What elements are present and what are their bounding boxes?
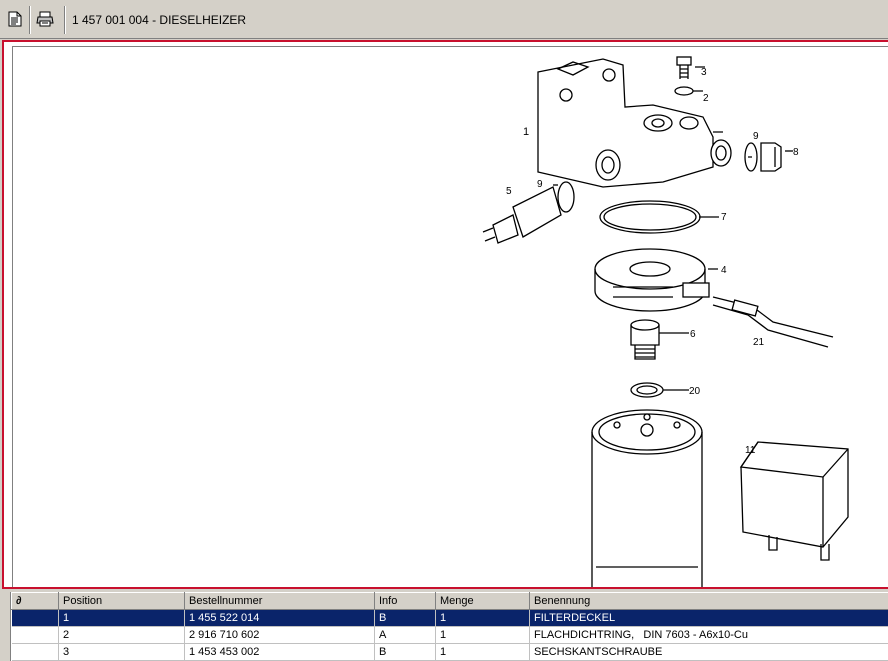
- part-filter[interactable]: [591, 409, 703, 587]
- table-row[interactable]: 1 1 455 522 014 B 1 FILTERDECKEL: [11, 609, 888, 627]
- parts-table: ∂ Position Bestellnummer Info Menge Bene…: [10, 592, 888, 661]
- table-header: ∂ Position Bestellnummer Info Menge Bene…: [11, 592, 888, 610]
- printer-icon[interactable]: [32, 6, 58, 32]
- cell-menge: 1: [435, 626, 530, 644]
- part-sensor[interactable]: [482, 181, 575, 244]
- cell-position: 3: [58, 643, 185, 661]
- part-sealing-ring[interactable]: [674, 86, 694, 96]
- exploded-parts-diagram: 1 2 3 4 5 6 7 8 9 9 11 20 21: [482, 56, 849, 587]
- column-header-info[interactable]: Info: [374, 592, 436, 610]
- part-relay[interactable]: [739, 441, 849, 561]
- cell-bestellnummer: 1 453 453 002: [184, 643, 375, 661]
- table-row[interactable]: 3 1 453 453 002 B 1 SECHSKANTSCHRAUBE: [11, 643, 888, 661]
- callout-6: 6: [690, 329, 696, 340]
- part-o-ring[interactable]: [599, 200, 701, 234]
- part-heater-element[interactable]: [594, 248, 710, 312]
- column-header-attachment[interactable]: ∂: [11, 592, 59, 610]
- cell-info: A: [374, 626, 436, 644]
- toolbar-separator: [29, 6, 31, 34]
- cell-bestellnummer: 1 455 522 014: [184, 609, 375, 627]
- cell-benennung: FILTERDECKEL: [529, 609, 888, 627]
- paperclip-icon: ∂: [16, 595, 22, 607]
- diagram-frame: 1 2 3 4 5 6 7 8 9 9 11 20 21: [2, 40, 888, 589]
- part-nipple[interactable]: [630, 319, 660, 360]
- page-title: 1 457 001 004 - DIESELHEIZER: [72, 13, 247, 27]
- callout-7: 7: [721, 212, 727, 223]
- part-cable[interactable]: [712, 296, 834, 348]
- cell-menge: 1: [435, 609, 530, 627]
- document-icon[interactable]: [2, 6, 28, 32]
- cell-benennung: FLACHDICHTRING, DIN 7603 - A6x10-Cu: [529, 626, 888, 644]
- row-marker: [11, 643, 59, 661]
- column-header-bestellnummer[interactable]: Bestellnummer: [184, 592, 375, 610]
- column-header-menge[interactable]: Menge: [435, 592, 530, 610]
- callout-3: 3: [701, 67, 707, 78]
- callout-2: 2: [703, 93, 709, 104]
- column-header-position[interactable]: Position: [58, 592, 185, 610]
- row-marker: [11, 609, 59, 627]
- callout-1[interactable]: 1: [523, 126, 529, 138]
- callout-9: 9: [537, 179, 543, 190]
- column-header-benennung[interactable]: Benennung: [529, 592, 888, 610]
- part-seal-ring[interactable]: [630, 382, 664, 398]
- cell-menge: 1: [435, 643, 530, 661]
- part-filter-cover[interactable]: [537, 58, 732, 188]
- cell-info: B: [374, 609, 436, 627]
- table-row[interactable]: 2 2 916 710 602 A 1 FLACHDICHTRING, DIN …: [11, 626, 888, 644]
- callout-9: 9: [753, 131, 759, 142]
- cell-bestellnummer: 2 916 710 602: [184, 626, 375, 644]
- toolbar: 1 457 001 004 - DIESELHEIZER: [0, 0, 888, 39]
- callout-4: 4: [721, 265, 727, 276]
- toolbar-separator: [64, 6, 66, 34]
- cell-benennung: SECHSKANTSCHRAUBE: [529, 643, 888, 661]
- row-marker: [11, 626, 59, 644]
- cell-position: 2: [58, 626, 185, 644]
- cell-position: 1: [58, 609, 185, 627]
- callout-5: 5: [506, 186, 512, 197]
- callout-20: 20: [689, 386, 701, 397]
- callout-21: 21: [753, 337, 765, 348]
- callout-8: 8: [793, 147, 799, 158]
- diagram-viewport: 1 2 3 4 5 6 7 8 9 9 11 20 21: [12, 46, 888, 587]
- callout-11: 11: [745, 445, 756, 456]
- part-hex-screw[interactable]: [676, 56, 692, 79]
- cell-info: B: [374, 643, 436, 661]
